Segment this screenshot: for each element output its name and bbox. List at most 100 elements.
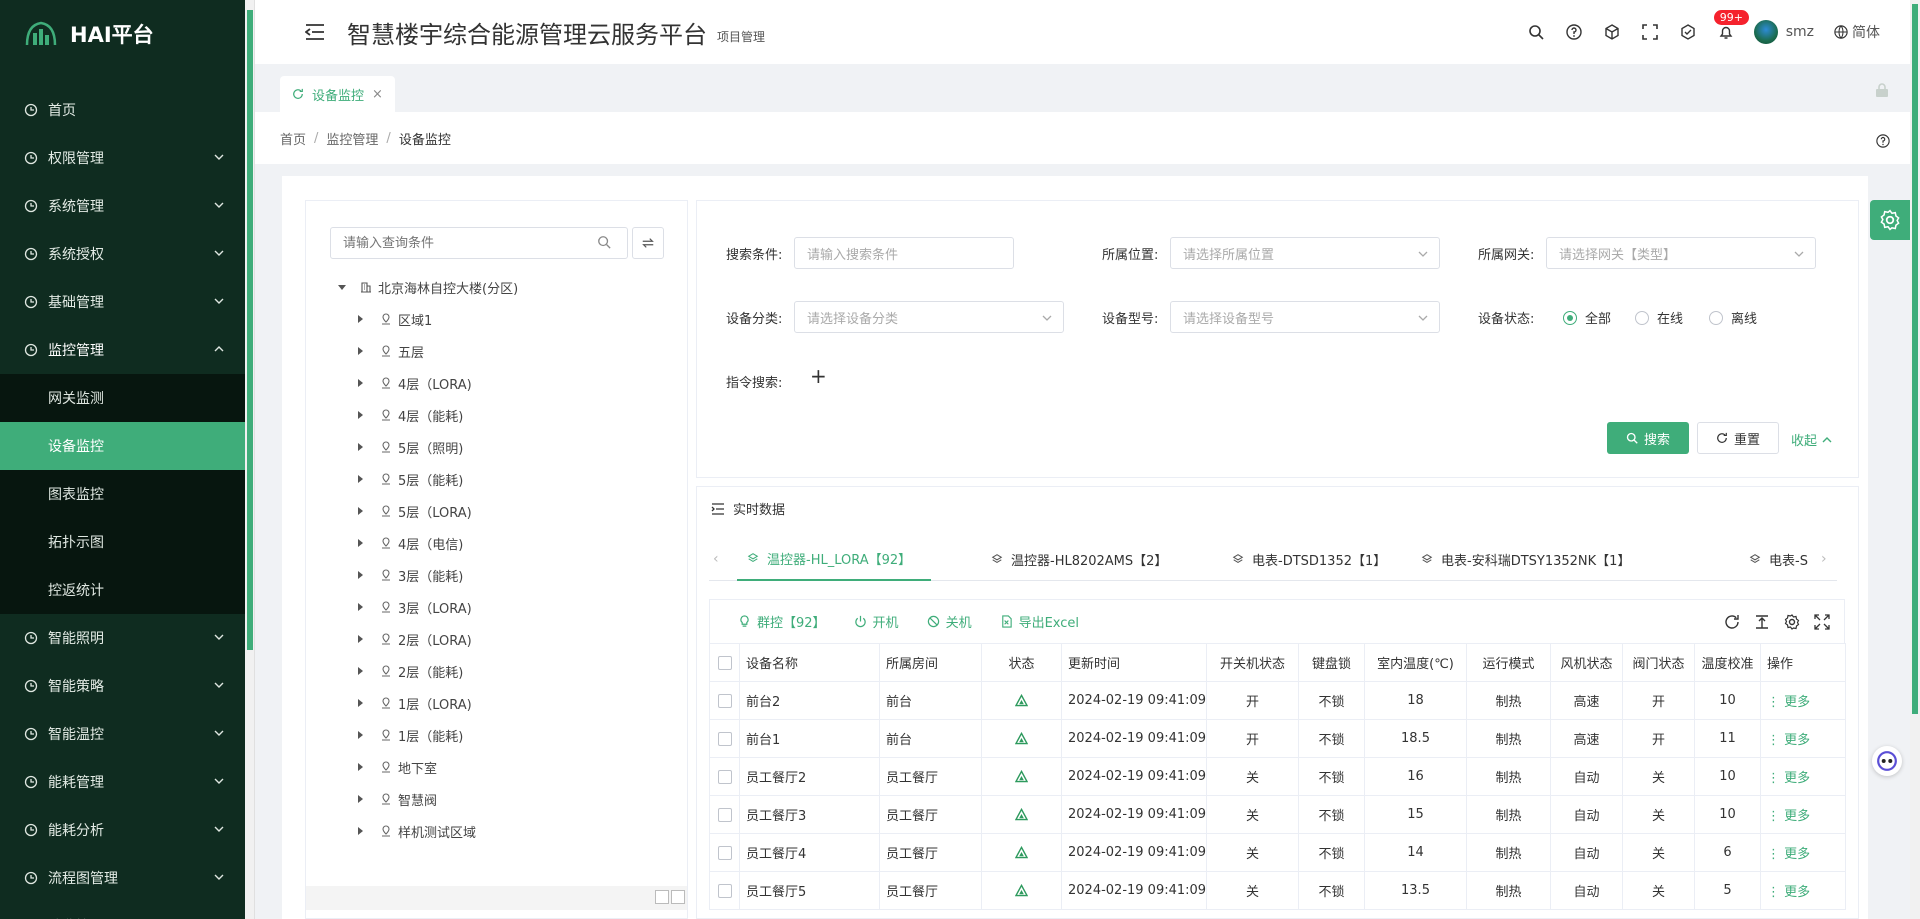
table-row[interactable]: 员工餐厅4 员工餐厅 2024-02-19 09:41:09 关不锁 14 制热 自动关 6 ⋮… <box>709 833 1846 872</box>
tree-node[interactable]: 五层 <box>306 335 687 367</box>
group-control-button[interactable]: 群控【92】 <box>738 612 826 631</box>
caret-right-icon[interactable] <box>356 827 364 835</box>
sidebar-item[interactable]: 智能温控 <box>0 710 245 758</box>
fullscreen-icon[interactable] <box>1641 24 1658 40</box>
tree-scrollbar[interactable] <box>306 886 687 910</box>
help-icon[interactable] <box>1876 134 1890 148</box>
more-link[interactable]: ⋮ 更多 <box>1767 733 1810 748</box>
status-radio-all[interactable]: 全部 <box>1563 308 1611 327</box>
sidebar-item[interactable]: 权限管理 <box>0 134 245 182</box>
tree-node[interactable]: 1层（LORA) <box>306 687 687 719</box>
tab-device-monitor[interactable]: 设备监控 × <box>280 76 395 112</box>
table-row[interactable]: 员工餐厅2 员工餐厅 2024-02-19 09:41:09 关不锁 16 制热 自动关 10… <box>709 757 1846 796</box>
collapse-button[interactable]: 收起 <box>1791 430 1833 449</box>
row-checkbox[interactable] <box>709 757 740 796</box>
refresh-icon[interactable] <box>1724 614 1740 630</box>
caret-right-icon[interactable] <box>356 443 364 451</box>
tabs-prev-icon[interactable]: ‹ <box>713 551 719 567</box>
caret-right-icon[interactable] <box>356 539 364 547</box>
caret-right-icon[interactable] <box>356 315 364 323</box>
caret-right-icon[interactable] <box>356 635 364 643</box>
more-link[interactable]: ⋮ 更多 <box>1767 847 1810 862</box>
more-actions[interactable]: ⋮ 更多 <box>1760 681 1846 720</box>
page-scrollbar[interactable] <box>1910 0 1920 919</box>
tree-node[interactable]: 地下室 <box>306 751 687 783</box>
tree-node[interactable]: 4层（LORA) <box>306 367 687 399</box>
sidebar-item[interactable]: 监控管理 <box>0 326 245 374</box>
sidebar-scroll-thumb[interactable] <box>247 10 253 650</box>
lock-icon[interactable] <box>1874 82 1890 98</box>
tree-node[interactable]: 5层（LORA) <box>306 495 687 527</box>
sidebar-item[interactable]: 智能策略 <box>0 662 245 710</box>
search-button[interactable]: 搜索 <box>1607 422 1689 454</box>
row-checkbox[interactable] <box>709 719 740 758</box>
tree-node[interactable]: 3层（LORA) <box>306 591 687 623</box>
sidebar-subitem[interactable]: 设备监控 <box>0 422 245 470</box>
category-select[interactable]: 请选择设备分类 <box>794 301 1064 333</box>
caret-right-icon[interactable] <box>356 507 364 515</box>
sidebar-scrollbar[interactable] <box>245 0 255 919</box>
sidebar-item[interactable]: 智能照明 <box>0 614 245 662</box>
assistant-bot-button[interactable] <box>1872 746 1902 776</box>
tree-node[interactable]: 样机测试区域 <box>306 815 687 847</box>
caret-right-icon[interactable] <box>356 603 364 611</box>
caret-right-icon[interactable] <box>356 731 364 739</box>
row-checkbox[interactable] <box>709 681 740 720</box>
sidebar-subitem[interactable]: 控返统计 <box>0 566 245 614</box>
page-scroll-thumb[interactable] <box>1912 4 1918 714</box>
device-type-tab[interactable]: 温控器-HL_LORA【92】 <box>737 537 932 581</box>
sidebar-item[interactable]: 系统管理 <box>0 182 245 230</box>
more-link[interactable]: ⋮ 更多 <box>1767 771 1810 786</box>
tree-root[interactable]: 北京海林自控大楼(分区) <box>338 275 518 299</box>
tree-node[interactable]: 2层（能耗) <box>306 655 687 687</box>
tree-node[interactable]: 3层（能耗) <box>306 559 687 591</box>
cube-icon[interactable] <box>1604 24 1620 40</box>
tree-node[interactable]: 4层（电信) <box>306 527 687 559</box>
table-row[interactable]: 员工餐厅3 员工餐厅 2024-02-19 09:41:09 关不锁 15 制热 自动关 10… <box>709 795 1846 834</box>
gateway-select[interactable]: 请选择网关【类型】 <box>1546 237 1816 269</box>
tree-node[interactable]: 5层（照明) <box>306 431 687 463</box>
search-input[interactable]: 请输入搜索条件 <box>794 237 1014 269</box>
table-row[interactable]: 员工餐厅5 员工餐厅 2024-02-19 09:41:09 关不锁 13.5 制热 自动关… <box>709 871 1846 910</box>
tree-node[interactable]: 2层（LORA) <box>306 623 687 655</box>
sidebar-item[interactable]: 能耗管理 <box>0 758 245 806</box>
tree-node[interactable]: 区域1 <box>306 303 687 335</box>
caret-right-icon[interactable] <box>356 699 364 707</box>
select-all-checkbox[interactable] <box>709 643 740 682</box>
scroll-up-button[interactable] <box>671 890 685 904</box>
caret-right-icon[interactable] <box>356 571 364 579</box>
tree-refresh-button[interactable] <box>632 227 664 259</box>
export-excel-button[interactable]: 导出Excel <box>1000 612 1079 631</box>
sidebar-item[interactable]: 计费管理 <box>0 902 245 919</box>
more-actions[interactable]: ⋮ 更多 <box>1760 833 1846 872</box>
settings-icon[interactable] <box>1784 614 1800 630</box>
status-radio-online[interactable]: 在线 <box>1635 308 1683 327</box>
table-row[interactable]: 前台2 前台 2024-02-19 09:41:09 开不锁 18 制热 高速开 10 ⋮ 更多 <box>709 681 1846 720</box>
model-select[interactable]: 请选择设备型号 <box>1170 301 1440 333</box>
caret-right-icon[interactable] <box>356 411 364 419</box>
location-select[interactable]: 请选择所属位置 <box>1170 237 1440 269</box>
breadcrumb-monitoring[interactable]: 监控管理 <box>326 129 378 148</box>
power-off-button[interactable]: 关机 <box>927 612 972 631</box>
more-actions[interactable]: ⋮ 更多 <box>1760 757 1846 796</box>
row-checkbox[interactable] <box>709 833 740 872</box>
menu-toggle-icon[interactable] <box>305 23 325 41</box>
more-link[interactable]: ⋮ 更多 <box>1767 885 1810 900</box>
fullscreen-icon[interactable] <box>1814 614 1830 630</box>
brand[interactable]: HAI平台 <box>0 0 245 68</box>
add-command-icon[interactable]: + <box>810 364 827 388</box>
scroll-down-button[interactable] <box>655 890 669 904</box>
caret-right-icon[interactable] <box>356 347 364 355</box>
more-actions[interactable]: ⋮ 更多 <box>1760 719 1846 758</box>
breadcrumb-home[interactable]: 首页 <box>280 129 306 148</box>
caret-right-icon[interactable] <box>356 379 364 387</box>
tree-node[interactable]: 智慧阀 <box>306 783 687 815</box>
more-link[interactable]: ⋮ 更多 <box>1767 695 1810 710</box>
row-checkbox[interactable] <box>709 871 740 910</box>
caret-right-icon[interactable] <box>356 475 364 483</box>
username[interactable]: smz <box>1786 24 1814 40</box>
sidebar-item[interactable]: 系统授权 <box>0 230 245 278</box>
tabs-next-icon[interactable]: › <box>1821 551 1827 567</box>
settings-drawer-button[interactable] <box>1870 200 1910 240</box>
caret-right-icon[interactable] <box>356 667 364 675</box>
